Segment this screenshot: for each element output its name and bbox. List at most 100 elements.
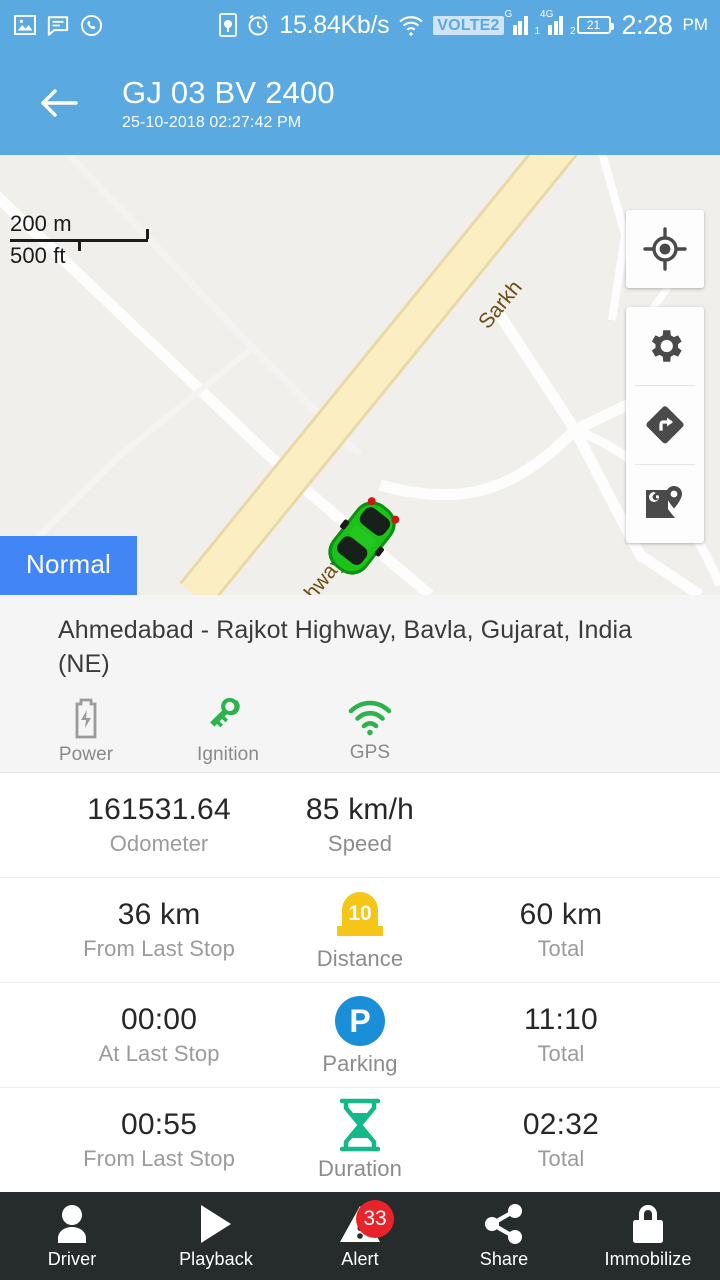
- share-icon: [485, 1204, 522, 1244]
- screen-record-icon: [219, 13, 238, 37]
- sim2-index: 2: [569, 26, 576, 37]
- clock-text: 2:28: [621, 9, 673, 40]
- stat-label: Odometer: [109, 831, 209, 856]
- milestone-icon-text: 10: [348, 902, 371, 925]
- stat-label: Speed: [327, 831, 393, 856]
- battery-level-text: 21: [586, 18, 601, 32]
- nav-label-share: Share: [479, 1249, 529, 1269]
- stat-distance-from-last-stop: 36 km From Last Stop: [46, 898, 272, 962]
- stat-speed: 85 km/h Speed: [272, 793, 448, 857]
- nav-item-playback[interactable]: Playback: [144, 1202, 288, 1270]
- sim1-index: 1: [534, 26, 541, 37]
- header-timestamp: 25-10-2018 02:27:42 PM: [122, 113, 302, 131]
- play-icon: [201, 1205, 231, 1243]
- device-status-row: Power Ignition GPS: [0, 690, 720, 773]
- system-status-bar: 15.84Kb/s VOLTE2 G 1 4G 2 21 2:28 PM: [0, 0, 720, 50]
- my-location-icon: [643, 227, 687, 271]
- status-bar-battery-time: 21 2:28 PM: [576, 9, 709, 41]
- stat-label: Total: [537, 1146, 585, 1171]
- address-line-1: Ahmedabad - Rajkot Highway, Bavla, Gujar…: [58, 616, 571, 644]
- clock-ampm: PM: [682, 15, 709, 34]
- sim1-network-type: G: [504, 9, 513, 20]
- map-controls-card: [626, 307, 704, 543]
- parking-icon: P: [334, 996, 385, 1046]
- parking-icon-wrap: P: [334, 993, 386, 1047]
- address-block: Ahmedabad - Rajkot Highway, Bavla, Gujar…: [0, 595, 720, 690]
- app-header: GJ 03 BV 2400 25-10-2018 02:27:42 PM: [0, 50, 720, 155]
- stat-label: Distance: [316, 946, 404, 971]
- scale-tick: [78, 240, 81, 251]
- immobilize-icon-wrap: [630, 1202, 666, 1246]
- map-directions-button[interactable]: [626, 386, 704, 464]
- stat-label: Total: [537, 1041, 585, 1066]
- status-label-power: Power: [58, 743, 114, 765]
- nav-item-share[interactable]: Share: [432, 1202, 576, 1270]
- status-item-gps[interactable]: GPS: [330, 699, 410, 764]
- back-arrow-icon: [41, 88, 78, 117]
- map-controls-group: [626, 307, 704, 543]
- stat-label: At Last Stop: [98, 1041, 220, 1066]
- lock-icon: [633, 1205, 663, 1243]
- stat-value: 02:32: [522, 1108, 599, 1141]
- stat-label: From Last Stop: [83, 1146, 235, 1171]
- stat-value: 00:55: [121, 1108, 198, 1141]
- status-item-ignition[interactable]: Ignition: [188, 697, 268, 766]
- status-bar-system-icons: 15.84Kb/s VOLTE2 G 1 4G 2: [103, 9, 576, 40]
- header-text-group: GJ 03 BV 2400 25-10-2018 02:27:42 PM: [122, 74, 335, 132]
- stat-label: Parking: [322, 1051, 398, 1076]
- stat-odometer: 161531.64 Odometer: [46, 793, 272, 857]
- scale-line: [10, 229, 150, 251]
- gear-icon: [651, 330, 682, 362]
- nav-item-alert[interactable]: 33 Alert: [288, 1200, 432, 1270]
- stat-row-odometer-speed: 161531.64 Odometer 85 km/h Speed: [0, 773, 720, 878]
- nav-item-driver[interactable]: Driver: [0, 1202, 144, 1270]
- open-google-maps-button[interactable]: [626, 465, 704, 543]
- directions-icon: [646, 406, 684, 444]
- stat-label: From Last Stop: [83, 936, 235, 961]
- nav-label-driver: Driver: [47, 1249, 97, 1269]
- wifi-icon: [399, 16, 423, 36]
- volte-badge: VOLTE2: [433, 15, 504, 35]
- stat-value: 161531.64: [87, 793, 231, 826]
- key-icon: [210, 697, 240, 727]
- page-title: GJ 03 BV 2400: [122, 74, 335, 110]
- stat-value: 60 km: [519, 898, 603, 931]
- milestone-icon-wrap: 10: [333, 888, 387, 942]
- stat-value: 36 km: [117, 898, 201, 931]
- status-badge: Normal: [0, 536, 137, 595]
- driver-icon-wrap: [53, 1202, 91, 1246]
- stat-distance-total: 60 km Total: [448, 898, 674, 962]
- stat-parking-total: 11:10 Total: [448, 1003, 674, 1067]
- playback-icon-wrap: [197, 1202, 235, 1246]
- bottom-navigation-bar: Driver Playback 33 Alert Share Immobiliz…: [0, 1192, 720, 1280]
- nav-item-immobilize[interactable]: Immobilize: [576, 1202, 720, 1270]
- battery-icon: 21: [576, 16, 614, 34]
- nav-label-alert: Alert: [341, 1249, 379, 1269]
- hourglass-icon-wrap: [335, 1098, 385, 1152]
- parking-icon-text: P: [349, 1003, 370, 1039]
- alert-icon-wrap: 33: [339, 1200, 394, 1246]
- hourglass-icon: [339, 1098, 381, 1152]
- stat-duration-from-last-stop: 00:55 From Last Stop: [46, 1108, 272, 1172]
- my-location-button[interactable]: [626, 210, 704, 288]
- stat-value: 00:00: [121, 1003, 198, 1036]
- milestone-icon: 10: [336, 892, 383, 936]
- map-locate-control-group: [626, 210, 704, 288]
- stat-row-duration: 00:55 From Last Stop Duration 02:32 Tota…: [0, 1088, 720, 1192]
- network-speed-text: 15.84Kb/s: [279, 10, 390, 39]
- stats-panel: 161531.64 Odometer 85 km/h Speed 36 km F…: [0, 773, 720, 1192]
- stat-label: Duration: [318, 1156, 402, 1181]
- stat-parking-center: P Parking: [272, 993, 448, 1077]
- battery-bolt-icon: [75, 698, 97, 738]
- google-maps-icon: [646, 486, 682, 518]
- status-label-ignition: Ignition: [196, 743, 260, 765]
- map-view[interactable]: Sarkh bad - Rajkot Highway 200 m 500 ft: [0, 155, 720, 595]
- app-screen: 15.84Kb/s VOLTE2 G 1 4G 2 21 2:28 PM GJ …: [0, 0, 720, 1280]
- nav-label-playback: Playback: [179, 1249, 253, 1269]
- map-settings-button[interactable]: [626, 307, 704, 385]
- stat-distance-center: 10 Distance: [272, 888, 448, 972]
- back-button[interactable]: [38, 82, 80, 124]
- alert-count-badge: 33: [356, 1200, 394, 1238]
- status-item-power[interactable]: Power: [46, 697, 126, 766]
- stat-duration-center: Duration: [272, 1098, 448, 1182]
